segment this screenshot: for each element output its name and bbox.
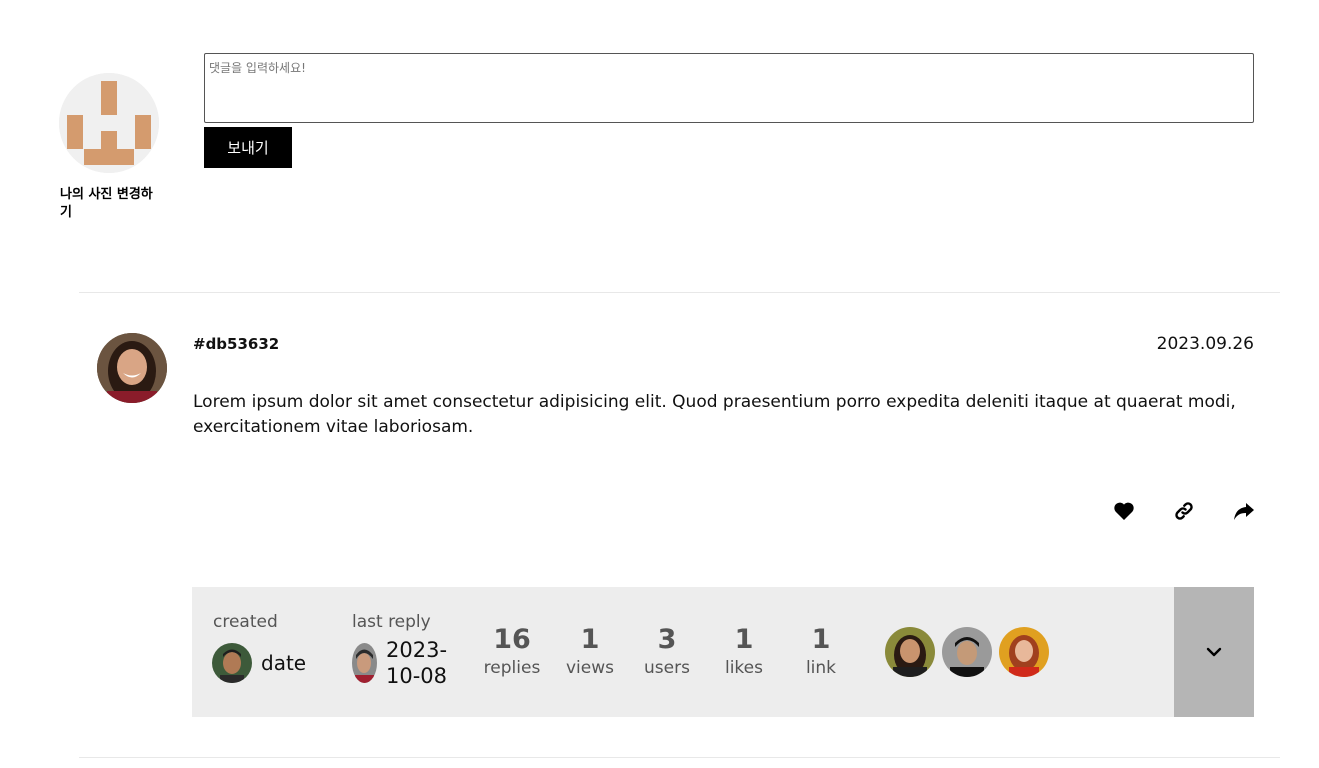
last-reply-value: 2023-10-08 bbox=[386, 638, 448, 688]
author-avatar[interactable] bbox=[97, 333, 167, 403]
link-icon[interactable] bbox=[1172, 499, 1196, 523]
views-count: 1 bbox=[580, 624, 600, 655]
change-photo-link[interactable]: 나의 사진 변경하기 bbox=[60, 186, 160, 222]
users-count: 3 bbox=[657, 624, 677, 655]
identicon-image bbox=[59, 73, 159, 173]
participant-avatar[interactable] bbox=[942, 627, 992, 677]
author-photo bbox=[97, 333, 167, 403]
views-stat: 1 views bbox=[555, 623, 625, 679]
replies-count: 16 bbox=[493, 624, 531, 655]
comment-body: Lorem ipsum dolor sit amet consectetur a… bbox=[193, 392, 1236, 437]
expand-button[interactable] bbox=[1174, 587, 1254, 717]
participant-avatar[interactable] bbox=[885, 627, 935, 677]
comment-input[interactable] bbox=[204, 53, 1254, 123]
views-label: views bbox=[565, 658, 614, 678]
share-icon[interactable] bbox=[1232, 499, 1256, 523]
author-id[interactable]: #db53632 bbox=[193, 335, 279, 353]
replies-stat[interactable]: 16 replies bbox=[477, 623, 547, 679]
likes-count: 1 bbox=[734, 624, 754, 655]
likes-stat: 1 likes bbox=[709, 623, 779, 679]
heart-icon[interactable] bbox=[1112, 499, 1136, 523]
last-reply-avatar[interactable] bbox=[352, 643, 377, 683]
send-button[interactable]: 보내기 bbox=[204, 127, 292, 168]
users-stat: 3 users bbox=[632, 623, 702, 679]
replies-label: replies bbox=[483, 658, 541, 678]
divider-top bbox=[79, 292, 1280, 293]
link-label: link bbox=[805, 658, 837, 678]
last-reply-label: last reply bbox=[352, 612, 431, 632]
users-label: users bbox=[644, 658, 690, 678]
link-count: 1 bbox=[811, 624, 831, 655]
participant-avatar[interactable] bbox=[999, 627, 1049, 677]
creator-avatar[interactable] bbox=[212, 643, 252, 683]
topic-stats-bar: created date last reply 2023-10-08 16 re… bbox=[192, 587, 1254, 717]
created-label: created bbox=[213, 612, 278, 632]
link-stat[interactable]: 1 link bbox=[786, 623, 856, 679]
created-value: date bbox=[261, 651, 307, 675]
divider-bottom bbox=[79, 757, 1280, 758]
chevron-down-icon bbox=[1206, 647, 1222, 657]
likes-label: likes bbox=[724, 658, 763, 678]
my-avatar[interactable] bbox=[59, 73, 159, 173]
post-date: 2023.09.26 bbox=[1156, 334, 1254, 354]
